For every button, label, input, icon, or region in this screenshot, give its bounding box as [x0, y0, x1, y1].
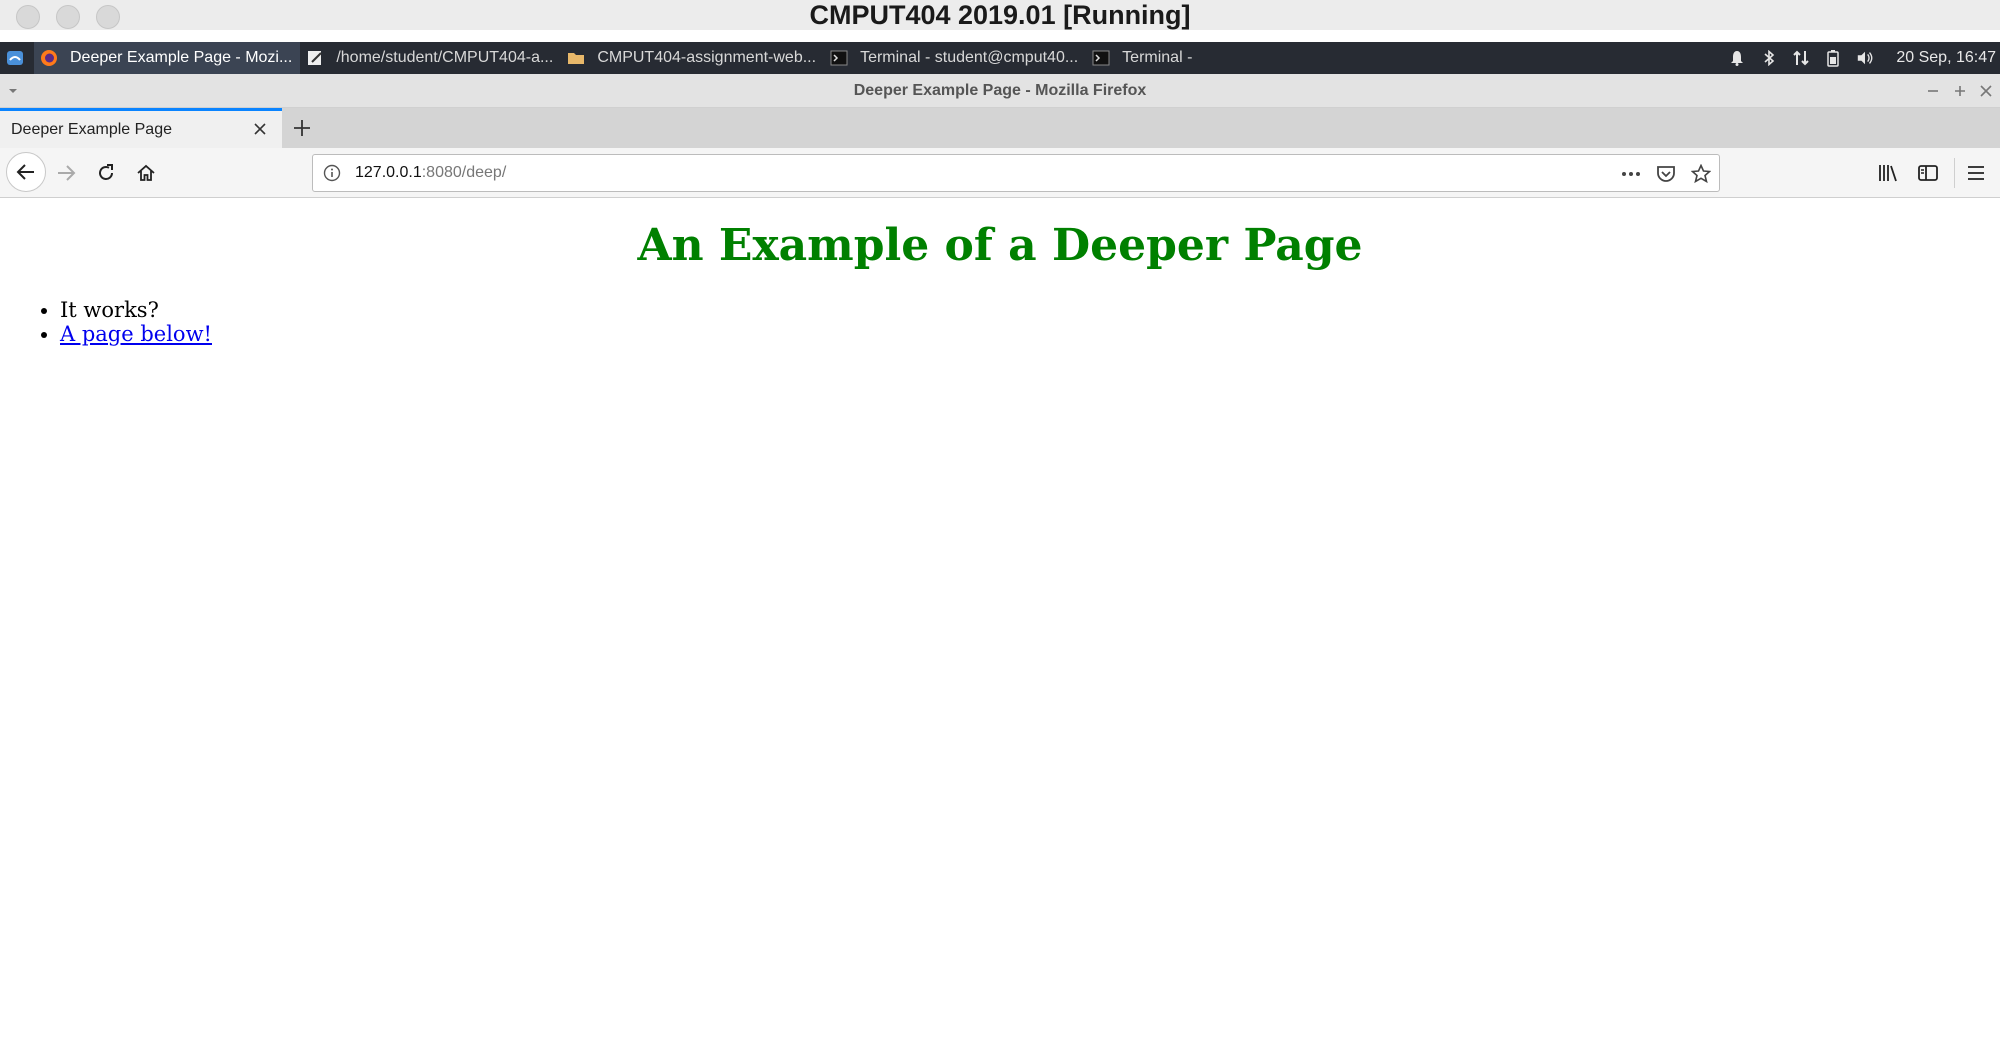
list-item: A page below! — [60, 322, 212, 346]
library-icon — [1879, 165, 1897, 182]
maximize-icon[interactable] — [1949, 80, 1971, 102]
back-arrow-icon — [16, 164, 34, 180]
taskbar-item-file-manager[interactable]: CMPUT404-assignment-web... — [561, 42, 824, 74]
taskbar-item-label: Deeper Example Page - Mozi... — [70, 49, 293, 66]
library-button[interactable] — [1872, 157, 1904, 189]
forward-button[interactable] — [50, 157, 82, 189]
url-path: :8080/deep/ — [421, 164, 507, 181]
applications-menu-button[interactable] — [0, 42, 34, 74]
host-window-title: CMPUT404 2019.01 [Running] — [809, 0, 1191, 30]
firefox-icon — [40, 49, 58, 67]
taskbar-item-editor[interactable]: /home/student/CMPUT404-a... — [300, 42, 561, 74]
terminal-icon — [830, 49, 848, 67]
sidebar-button[interactable] — [1912, 157, 1944, 189]
terminal-icon — [1092, 49, 1110, 67]
list-item: It works? — [60, 298, 212, 322]
url-bar[interactable]: 127.0.0.1:8080/deep/ — [312, 154, 1720, 192]
info-icon[interactable] — [323, 164, 341, 182]
folder-icon — [567, 49, 585, 67]
tab-strip: Deeper Example Page — [0, 108, 2000, 148]
home-button[interactable] — [130, 157, 162, 189]
bell-icon[interactable] — [1728, 49, 1746, 67]
text-editor-icon — [306, 49, 324, 67]
minimize-icon[interactable] — [1922, 80, 1944, 102]
taskbar-item-label: /home/student/CMPUT404-a... — [336, 49, 554, 66]
reload-button[interactable] — [90, 157, 122, 189]
url-host: 127.0.0.1 — [355, 164, 422, 181]
page-actions-icon[interactable] — [1619, 162, 1643, 186]
taskbar-item-label: CMPUT404-assignment-web... — [597, 49, 817, 66]
home-icon — [137, 164, 155, 181]
menu-button[interactable] — [1960, 157, 1992, 189]
page-heading: An Example of a Deeper Page — [637, 220, 1363, 271]
bluetooth-icon[interactable] — [1760, 49, 1778, 67]
forward-arrow-icon — [58, 165, 76, 181]
toolbar-divider — [1954, 158, 1955, 188]
system-tray: 20 Sep, 16:47 — [1728, 42, 2000, 74]
battery-icon[interactable] — [1824, 49, 1842, 67]
back-button[interactable] — [6, 152, 46, 192]
host-window-titlebar: CMPUT404 2019.01 [Running] — [0, 0, 2000, 30]
bookmark-star-icon[interactable] — [1689, 162, 1713, 186]
firefox-titlebar: Deeper Example Page - Mozilla Firefox — [0, 74, 2000, 108]
url-text: 127.0.0.1:8080/deep/ — [355, 164, 506, 182]
new-tab-button[interactable] — [290, 116, 314, 140]
plus-icon — [294, 120, 310, 136]
firefox-window-title: Deeper Example Page - Mozilla Firefox — [853, 82, 1147, 99]
network-icon[interactable] — [1792, 49, 1810, 67]
page-list: It works? A page below! — [60, 298, 212, 346]
tab-label: Deeper Example Page — [11, 120, 172, 138]
page-content: An Example of a Deeper Page It works? A … — [0, 198, 2000, 1058]
pocket-icon[interactable] — [1654, 162, 1678, 186]
tab-deeper-example-page[interactable]: Deeper Example Page — [0, 108, 282, 148]
taskbar-item-label: Terminal - — [1122, 49, 1193, 66]
close-icon[interactable] — [1975, 80, 1997, 102]
list-item-text: It works? — [60, 298, 159, 322]
sidebar-icon — [1918, 165, 1938, 181]
taskbar-item-terminal-2[interactable]: Terminal - — [1086, 42, 1200, 74]
panel-clock[interactable]: 20 Sep, 16:47 — [1896, 49, 1996, 67]
tab-close-icon[interactable] — [250, 119, 270, 139]
taskbar-item-firefox[interactable]: Deeper Example Page - Mozi... — [34, 42, 301, 74]
navigation-toolbar: 127.0.0.1:8080/deep/ — [0, 148, 2000, 198]
reload-icon — [99, 164, 113, 180]
taskbar-item-terminal-1[interactable]: Terminal - student@cmput40... — [824, 42, 1086, 74]
page-below-link[interactable]: A page below! — [60, 322, 212, 346]
taskbar-item-label: Terminal - student@cmput40... — [860, 49, 1079, 66]
desktop-panel: Deeper Example Page - Mozi... /home/stud… — [0, 42, 2000, 74]
volume-icon[interactable] — [1856, 49, 1874, 67]
hamburger-menu-icon — [1968, 166, 1984, 180]
xfce-menu-icon — [7, 51, 23, 65]
